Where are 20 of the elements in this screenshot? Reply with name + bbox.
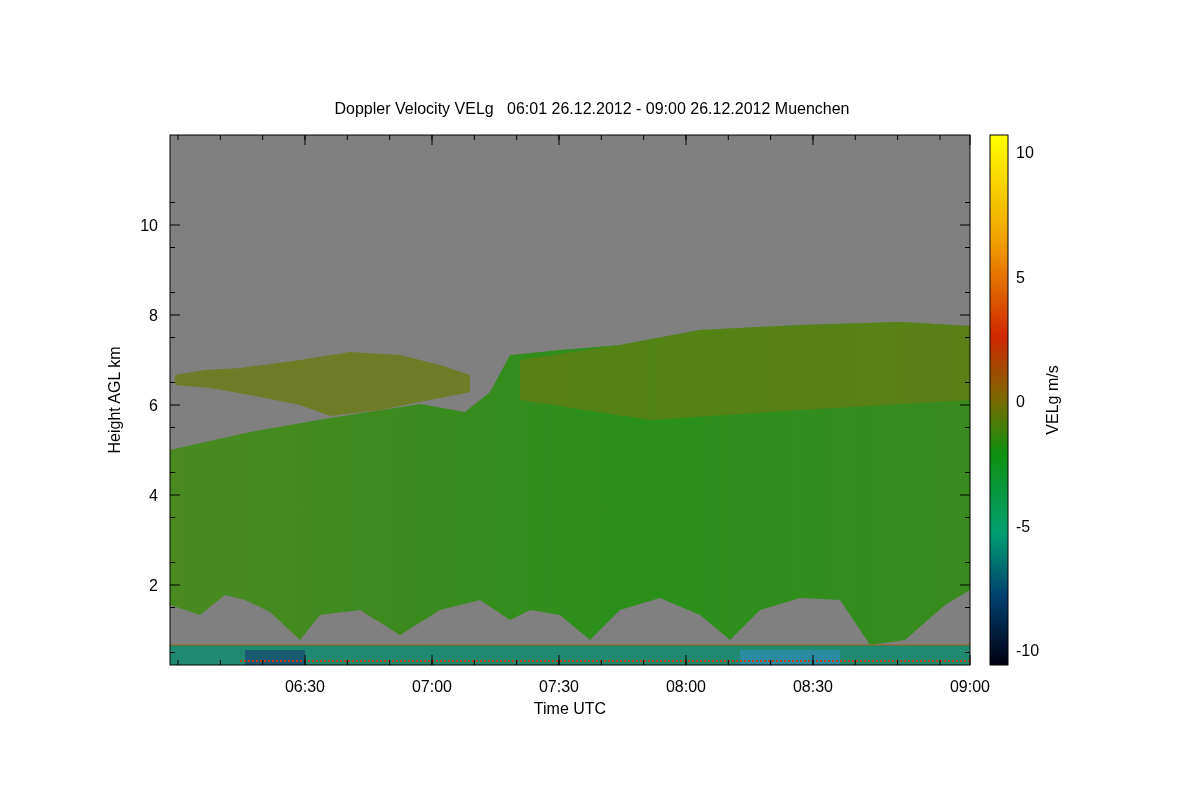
y-tick-label: 4 (149, 487, 158, 504)
x-tick-label: 06:30 (285, 678, 325, 695)
x-tick-label: 09:00 (950, 678, 990, 695)
x-tick-label: 07:30 (539, 678, 579, 695)
y-tick-label: 8 (149, 307, 158, 324)
x-tick-label: 07:00 (412, 678, 452, 695)
colorbar-tick-label: 0 (1016, 393, 1025, 410)
x-tick-label: 08:00 (666, 678, 706, 695)
colorbar-tick-label: 10 (1016, 144, 1034, 161)
colorbar-tick-label: 5 (1016, 268, 1025, 286)
chart-title: Doppler Velocity VELg 06:01 26.12.2012 - 09:00 26.12.2012 Muenchen (334, 100, 850, 117)
y-tick-label: 10 (140, 217, 158, 234)
colorbar-label: VELg m/s (1044, 365, 1061, 435)
y-tick-label: 2 (149, 577, 158, 594)
x-tick-label: 08:30 (793, 678, 833, 695)
y-axis-label: Height AGL km (106, 346, 123, 454)
colorbar-tick-label: -10 (1016, 642, 1040, 659)
colorbar-tick-label: -5 (1016, 517, 1031, 535)
y-tick-label: 6 (149, 397, 158, 414)
x-axis-label: Time UTC (533, 700, 607, 717)
